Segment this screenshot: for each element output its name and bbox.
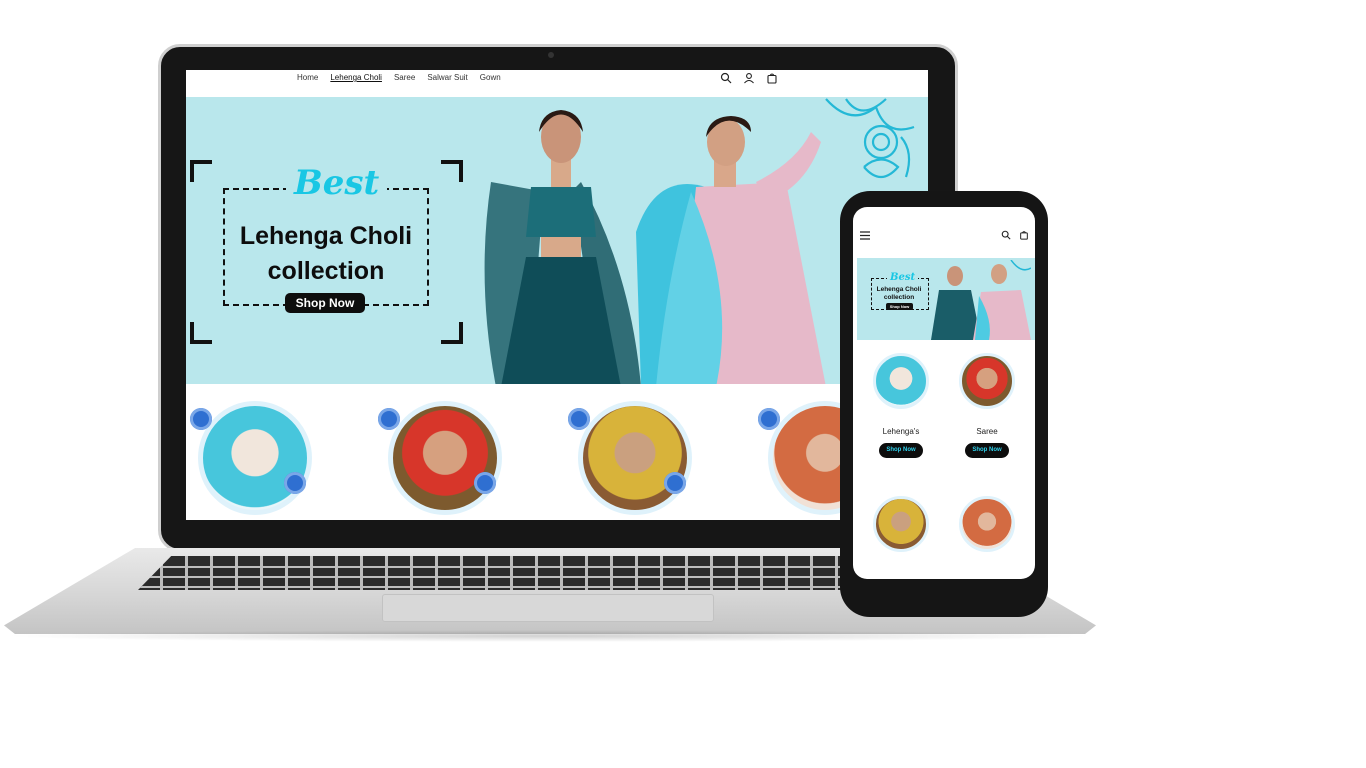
phone-category-gown bbox=[947, 496, 1027, 552]
phone-lehengas-shop-now-button[interactable]: Shop Now bbox=[879, 443, 923, 458]
category-saree-image[interactable] bbox=[388, 401, 502, 515]
laptop-trackpad bbox=[382, 594, 714, 622]
laptop-shadow bbox=[0, 630, 1098, 642]
phone-category-gown-image[interactable] bbox=[959, 496, 1015, 552]
nav-item-gown[interactable]: Gown bbox=[480, 73, 501, 82]
phone-category-saree-label: Saree bbox=[976, 427, 998, 436]
hero-title: Lehenga Choli collection bbox=[223, 219, 429, 289]
search-icon[interactable] bbox=[720, 72, 732, 84]
nav-item-salwar-suit[interactable]: Salwar Suit bbox=[427, 73, 467, 82]
phone-category-lehengas-label: Lehenga's bbox=[882, 427, 920, 436]
phone-saree-shop-now-button[interactable]: Shop Now bbox=[965, 443, 1009, 458]
phone-category-saree: Saree Shop Now bbox=[947, 353, 1027, 458]
flower-decoration bbox=[568, 408, 590, 430]
frame-corner bbox=[190, 160, 212, 182]
flower-decoration bbox=[664, 472, 686, 494]
category-salwar-suit-image[interactable] bbox=[578, 401, 692, 515]
laptop-screen: Home Lehenga Choli Saree Salwar Suit Gow… bbox=[186, 70, 928, 520]
hero-title-line2: collection bbox=[267, 257, 385, 285]
menu-icon[interactable] bbox=[860, 231, 870, 240]
model-pink-blue-lehenga-image bbox=[636, 116, 826, 384]
phone-hero-title-line2: collection bbox=[883, 294, 915, 301]
flower-decoration bbox=[758, 408, 780, 430]
hero-banner[interactable]: Best Lehenga Choli collection Shop Now bbox=[186, 97, 928, 384]
phone-category-lehengas: Lehenga's Shop Now bbox=[861, 353, 941, 458]
laptop-camera bbox=[548, 52, 554, 58]
phone-screen: Best Lehenga Choli collection Shop Now L… bbox=[853, 207, 1035, 579]
flower-decoration bbox=[190, 408, 212, 430]
phone-hero-banner[interactable]: Best Lehenga Choli collection Shop Now bbox=[857, 258, 1035, 340]
phone-shop-now-button[interactable]: Shop Now bbox=[886, 303, 913, 310]
search-icon[interactable] bbox=[1001, 230, 1011, 240]
phone-hero-models-image bbox=[931, 260, 1031, 340]
frame-corner bbox=[441, 160, 463, 182]
main-nav: Home Lehenga Choli Saree Salwar Suit Gow… bbox=[297, 73, 501, 82]
category-lehenga-image[interactable] bbox=[198, 401, 312, 515]
site-header: Home Lehenga Choli Saree Salwar Suit Gow… bbox=[186, 70, 928, 97]
cart-icon[interactable] bbox=[1019, 230, 1029, 240]
model-teal-lehenga-image bbox=[484, 110, 641, 384]
laptop-mockup: Home Lehenga Choli Saree Salwar Suit Gow… bbox=[0, 0, 1366, 768]
nav-item-lehenga-choli[interactable]: Lehenga Choli bbox=[330, 73, 382, 82]
frame-corner bbox=[190, 322, 212, 344]
hero-badge: Best bbox=[286, 163, 388, 203]
category-row bbox=[186, 384, 928, 520]
nav-item-saree[interactable]: Saree bbox=[394, 73, 415, 82]
flower-decoration bbox=[284, 472, 306, 494]
flower-decoration bbox=[378, 408, 400, 430]
flower-decoration bbox=[474, 472, 496, 494]
header-icons bbox=[720, 72, 778, 84]
phone-hero-badge: Best bbox=[887, 272, 919, 283]
phone-category-saree-image[interactable] bbox=[959, 353, 1015, 409]
phone-category-salwar-suit bbox=[861, 496, 941, 552]
account-icon[interactable] bbox=[743, 72, 755, 84]
cart-icon[interactable] bbox=[766, 72, 778, 84]
shop-now-button[interactable]: Shop Now bbox=[285, 293, 365, 313]
nav-item-home[interactable]: Home bbox=[297, 73, 318, 82]
phone-category-salwar-suit-image[interactable] bbox=[873, 496, 929, 552]
frame-corner bbox=[441, 322, 463, 344]
phone-hero-title-line1: Lehenga Choli bbox=[876, 286, 922, 293]
phone-hero-title: Lehenga Choli collection bbox=[869, 286, 929, 302]
phone-category-lehengas-image[interactable] bbox=[873, 353, 929, 409]
phone-header bbox=[853, 207, 1035, 259]
hero-title-line1: Lehenga Choli bbox=[239, 222, 413, 250]
